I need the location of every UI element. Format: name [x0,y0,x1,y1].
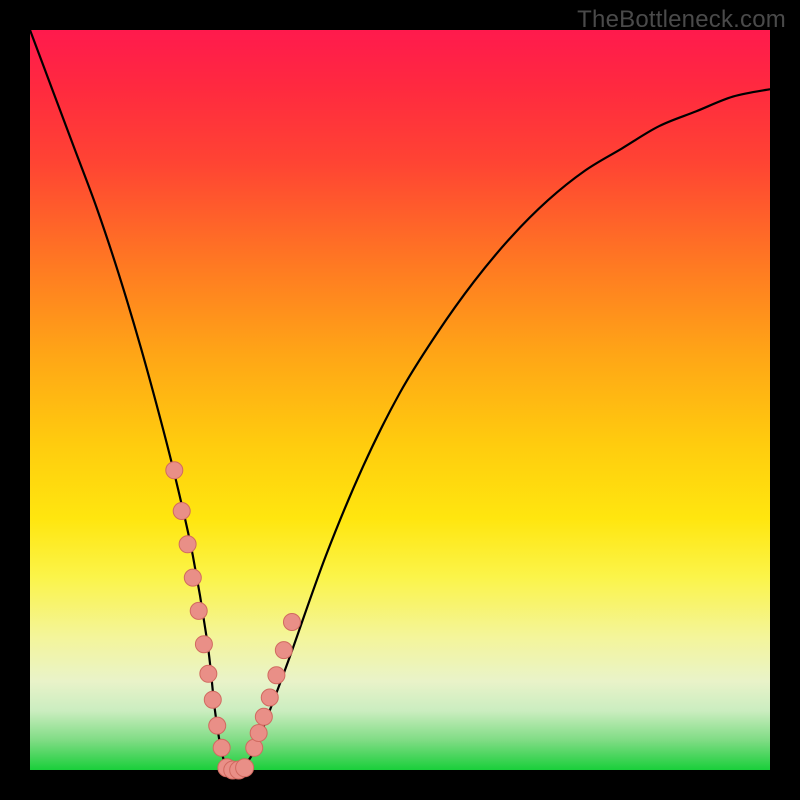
curve-marker [268,667,285,684]
curve-marker [204,691,221,708]
curve-marker [190,602,207,619]
curve-markers [166,462,301,779]
curve-marker [275,642,292,659]
curve-marker [200,665,217,682]
curve-marker [255,708,272,725]
curve-marker [173,503,190,520]
curve-marker [209,717,226,734]
bottleneck-curve [30,30,770,772]
curve-marker [283,614,300,631]
curve-marker [250,725,267,742]
plot-area [30,30,770,770]
curve-marker [179,536,196,553]
curve-marker [184,569,201,586]
curve-marker [195,636,212,653]
curve-marker [261,689,278,706]
watermark-text: TheBottleneck.com [577,6,786,34]
curve-marker [213,739,230,756]
curve-layer [30,30,770,770]
chart-frame: TheBottleneck.com [0,0,800,800]
curve-marker [166,462,183,479]
curve-marker [236,759,254,777]
